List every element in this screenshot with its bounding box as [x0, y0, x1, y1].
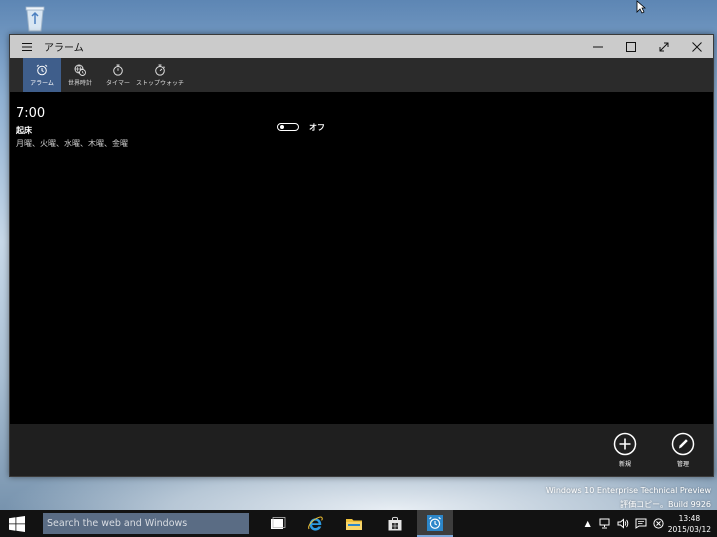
fullscreen-icon	[659, 42, 668, 51]
tab-label: 世界時計	[67, 79, 92, 87]
taskbar-clock[interactable]: 13:48 2015/03/12	[668, 513, 711, 535]
alarm-clock-icon	[36, 64, 48, 75]
internet-explorer-icon	[308, 516, 323, 531]
app-bar: 新規 管理	[10, 424, 713, 476]
pencil-circle-icon	[671, 432, 695, 456]
clock-date: 2015/03/12	[667, 524, 711, 534]
alarms-window: アラーム アラーム 世界時計 タイマー ストップウォッチ 7:00 起床 月曜、…	[9, 34, 714, 477]
search-placeholder: Search the web and Windows	[47, 518, 188, 529]
manage-alarms-button[interactable]: 管理	[668, 432, 698, 468]
tab-label: ストップウォッチ	[136, 79, 185, 87]
tab-label: アラーム	[30, 79, 54, 87]
watermark-edition: Windows 10 Enterprise Technical Preview	[545, 486, 711, 495]
tab-alarm[interactable]: アラーム	[23, 58, 61, 92]
manage-alarms-label: 管理	[676, 461, 689, 468]
folder-icon	[346, 518, 362, 530]
tab-stopwatch[interactable]: ストップウォッチ	[136, 58, 185, 92]
search-box[interactable]: Search the web and Windows	[43, 513, 249, 534]
store-icon	[388, 516, 402, 531]
plus-circle-icon	[613, 432, 637, 456]
new-alarm-label: 新規	[618, 461, 631, 468]
fullscreen-button[interactable]	[647, 35, 680, 58]
volume-icon[interactable]	[617, 518, 629, 529]
maximize-button[interactable]	[614, 35, 647, 58]
mouse-cursor-icon	[636, 0, 646, 14]
start-button[interactable]	[0, 510, 34, 537]
clock-time: 13:48	[678, 513, 701, 523]
title-bar: アラーム	[10, 35, 713, 58]
alarm-name: 起床	[16, 126, 32, 135]
alarm-toggle[interactable]	[277, 123, 299, 131]
hamburger-menu-icon[interactable]	[10, 35, 44, 58]
alarm-clock-icon	[427, 514, 443, 531]
store-button[interactable]	[377, 510, 413, 537]
tab-label: タイマー	[105, 79, 130, 87]
tab-timer[interactable]: タイマー	[99, 58, 137, 92]
notification-blocked-icon[interactable]	[653, 518, 664, 529]
alarms-taskbar-button[interactable]	[417, 510, 453, 537]
taskbar: Search the web and Windows ▲ 13:48 2015/…	[0, 510, 717, 537]
maximize-icon	[625, 41, 636, 52]
network-icon[interactable]	[599, 518, 611, 529]
close-button[interactable]	[680, 35, 713, 58]
watermark-build: 評価コピー。Build 9926	[620, 500, 711, 509]
show-hidden-icons-icon[interactable]: ▲	[585, 519, 591, 528]
world-clock-icon	[74, 64, 86, 76]
alarm-days: 月曜、火曜、水曜、木曜、金曜	[16, 139, 128, 148]
task-view-icon	[271, 516, 286, 529]
toggle-knob	[280, 125, 284, 129]
stopwatch-icon	[155, 64, 165, 76]
windows-logo-icon	[9, 515, 25, 532]
tab-world-clock[interactable]: 世界時計	[61, 58, 99, 92]
alarm-toggle-label: オフ	[309, 123, 325, 132]
internet-explorer-button[interactable]	[297, 510, 333, 537]
file-explorer-button[interactable]	[336, 510, 372, 537]
window-title: アラーム	[44, 43, 84, 54]
system-tray: ▲ 13:48 2015/03/12	[585, 510, 717, 537]
close-icon	[691, 41, 702, 52]
minimize-icon	[592, 46, 603, 47]
timer-icon	[113, 64, 123, 76]
new-alarm-button[interactable]: 新規	[610, 432, 640, 468]
action-center-icon[interactable]	[635, 518, 647, 529]
alarm-list: 7:00 起床 月曜、火曜、水曜、木曜、金曜 オフ	[10, 92, 713, 424]
tab-bar: アラーム 世界時計 タイマー ストップウォッチ	[10, 58, 713, 92]
alarm-time: 7:00	[16, 106, 46, 121]
recycle-bin-icon[interactable]	[24, 4, 46, 32]
task-view-button[interactable]	[260, 510, 296, 537]
minimize-button[interactable]	[581, 35, 614, 58]
